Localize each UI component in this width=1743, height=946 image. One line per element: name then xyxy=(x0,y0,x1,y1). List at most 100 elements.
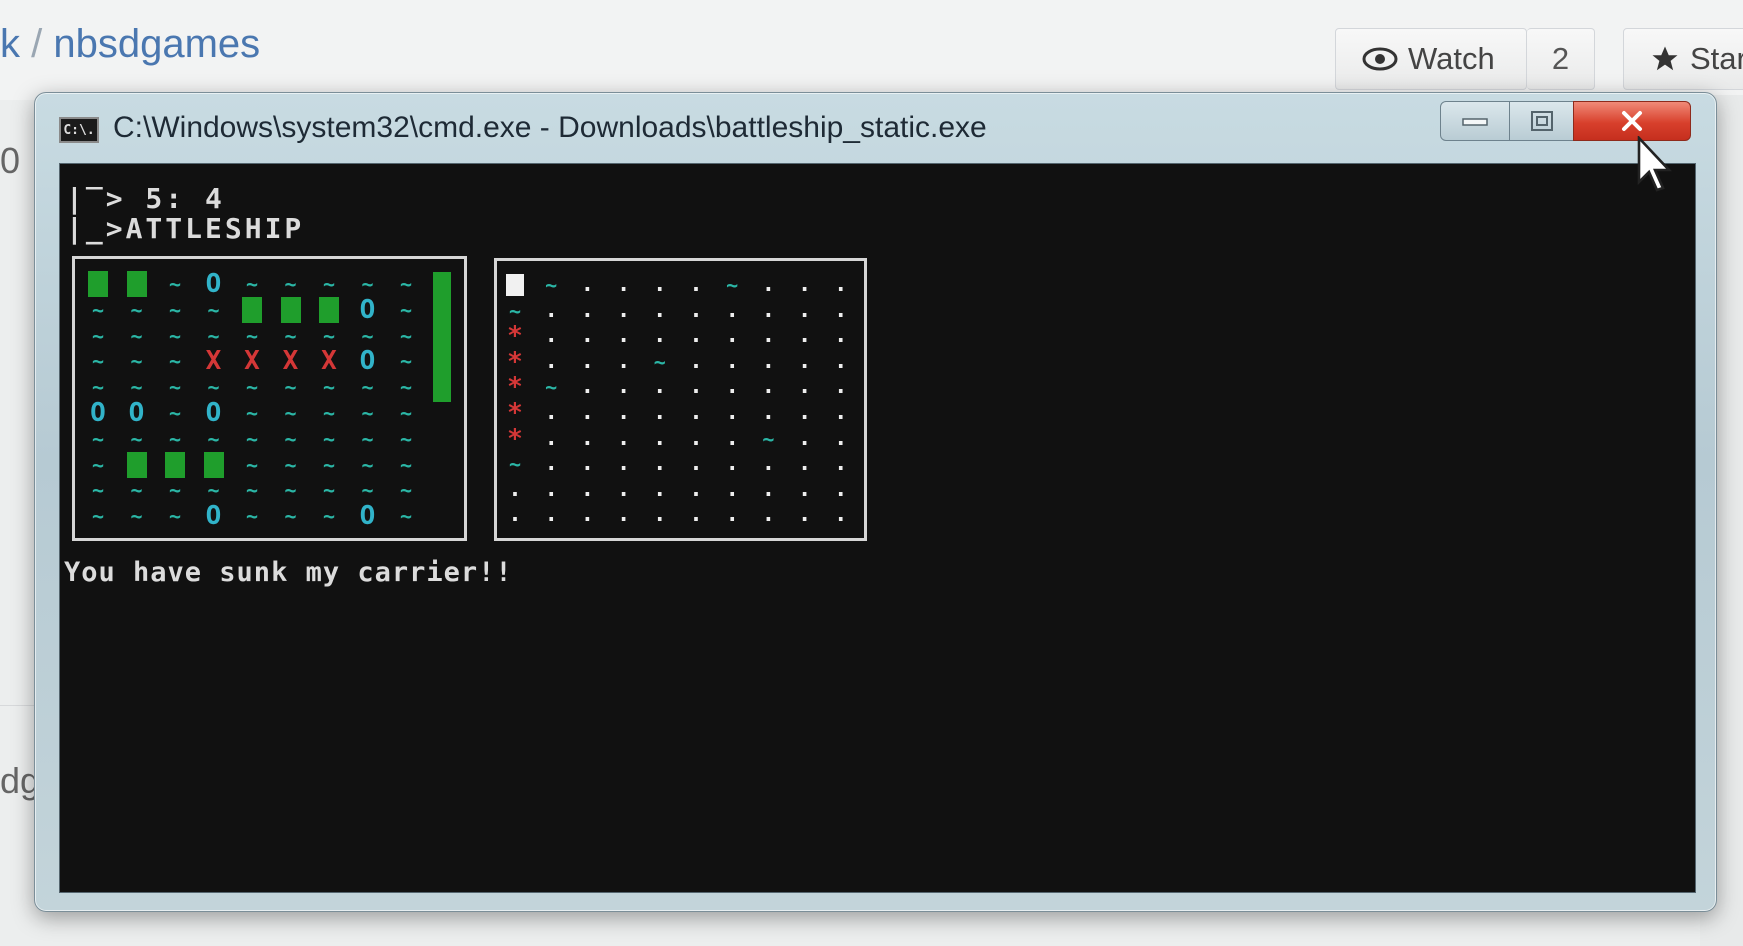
water-cell: ~ xyxy=(168,323,182,348)
water-cell: ~ xyxy=(322,375,336,400)
water-cell: ~ xyxy=(245,375,259,400)
watch-label: Watch xyxy=(1408,41,1495,76)
unknown-cell[interactable]: . xyxy=(820,272,862,298)
water-cell: ~ xyxy=(284,478,297,503)
maximize-icon xyxy=(1530,111,1553,131)
water-cell: ~ xyxy=(284,426,297,451)
watch-count[interactable]: 2 xyxy=(1527,28,1595,90)
water-cell: ~ xyxy=(361,426,374,451)
unknown-cell[interactable]: . xyxy=(820,374,862,400)
cmd-window[interactable]: C:\. C:\Windows\system32\cmd.exe - Downl… xyxy=(34,92,1717,912)
miss-cell: O xyxy=(359,346,376,377)
status-message: You have sunk my carrier!! xyxy=(64,557,513,588)
water-cell: ~ xyxy=(91,349,105,374)
ship-cell xyxy=(154,452,196,478)
water-cell: ~ xyxy=(168,349,182,374)
console-area[interactable]: |‾> 5: 4 |_>ATTLESHIP ~ O ~ ~ ~ ~ ~ ~ ~ ~ ~ O ~ ~ ~ ~ ~ ~… xyxy=(59,163,1696,893)
close-button[interactable] xyxy=(1573,101,1691,141)
unknown-cell[interactable]: . xyxy=(820,400,862,426)
repo-breadcrumb: k / nbsdgames xyxy=(0,22,260,67)
water-cell: ~ xyxy=(322,401,336,425)
water-cell: ~ xyxy=(361,323,374,348)
water-cell: ~ xyxy=(245,452,259,477)
repo-owner-link[interactable]: k xyxy=(0,22,20,66)
watch-button[interactable]: Watch xyxy=(1335,28,1527,90)
game-logo-line2: |_>ATTLESHIP xyxy=(66,212,305,245)
ship-cell xyxy=(193,452,235,478)
water-cell: ~ xyxy=(207,323,220,348)
water-cell: ~ xyxy=(399,297,413,322)
miss-cell: O xyxy=(359,294,376,325)
water-cell: ~ xyxy=(168,401,182,425)
water-cell: ~ xyxy=(91,504,105,529)
miss-cell: O xyxy=(205,269,222,299)
water-cell: ~ xyxy=(245,478,259,503)
maximize-button[interactable] xyxy=(1509,101,1574,141)
unknown-cell[interactable]: . xyxy=(820,426,862,452)
close-icon xyxy=(1622,111,1642,131)
unknown-cell[interactable]: . xyxy=(820,451,862,477)
water-cell: ~ xyxy=(361,452,374,477)
miss-cell: O xyxy=(90,398,106,428)
water-cell: ~ xyxy=(245,401,259,425)
star-button[interactable]: Star xyxy=(1623,28,1743,90)
water-cell: ~ xyxy=(399,323,413,348)
ship-cell xyxy=(308,297,350,323)
water-cell: ~ xyxy=(284,401,297,425)
water-cell: ~ xyxy=(130,504,143,529)
water-cell: ~ xyxy=(284,272,297,296)
water-cell: ~ xyxy=(130,323,143,348)
unknown-cell[interactable]: . xyxy=(820,502,862,528)
repo-name-link[interactable]: nbsdgames xyxy=(53,22,260,66)
enemy-board[interactable]: ~.... ~... ~......... *......... *... ~..... *… xyxy=(494,258,867,541)
water-cell: ~ xyxy=(361,375,374,400)
minimize-button[interactable] xyxy=(1440,101,1510,141)
water-cell: ~ xyxy=(168,478,182,503)
water-cell: ~ xyxy=(168,272,182,296)
breadcrumb-separator: / xyxy=(31,22,43,66)
water-cell: ~ xyxy=(168,297,182,322)
water-cell: ~ xyxy=(207,478,220,503)
water-cell: ~ xyxy=(361,478,374,503)
water-cell: ~ xyxy=(245,272,259,296)
mouse-pointer-icon xyxy=(1637,136,1673,192)
water-cell: ~ xyxy=(91,452,105,477)
cmd-icon: C:\. xyxy=(59,117,99,143)
water-cell: ~ xyxy=(322,452,336,477)
unknown-cell[interactable]: . xyxy=(820,477,862,503)
water-cell: ~ xyxy=(399,504,413,529)
ship-cell xyxy=(116,271,158,297)
water-cell: ~ xyxy=(245,323,259,348)
water-cell: ~ xyxy=(168,426,182,451)
hit-cell: X xyxy=(321,346,337,377)
water-cell: ~ xyxy=(322,323,336,348)
vertical-ship xyxy=(433,272,451,402)
hit-cell: X xyxy=(205,346,222,377)
water-cell: ~ xyxy=(399,478,413,503)
unknown-cell[interactable]: . xyxy=(820,298,862,324)
water-cell: ~ xyxy=(399,349,413,374)
water-cell: ~ xyxy=(91,297,105,322)
ship-cell xyxy=(270,297,312,323)
water-cell: ~ xyxy=(361,401,374,425)
water-cell: ~ xyxy=(322,426,336,451)
water-cell: ~ xyxy=(207,297,220,322)
miss-cell: O xyxy=(128,398,145,428)
water-cell: ~ xyxy=(130,297,143,322)
water-cell: ~ xyxy=(130,349,143,374)
eye-icon xyxy=(1362,47,1398,71)
unknown-cell[interactable]: . xyxy=(820,323,862,349)
water-cell: ~ xyxy=(168,375,182,400)
water-cell: ~ xyxy=(130,426,143,451)
water-cell: ~ xyxy=(322,272,336,296)
star-icon xyxy=(1652,46,1678,71)
water-cell: ~ xyxy=(207,426,220,451)
minimize-icon xyxy=(1462,118,1488,126)
water-cell: ~ xyxy=(361,272,374,296)
miss-cell: O xyxy=(205,501,222,532)
water-cell: ~ xyxy=(399,375,413,400)
star-label: Star xyxy=(1690,41,1743,76)
unknown-cell[interactable]: . xyxy=(820,349,862,375)
game-logo-line1: |‾> 5: 4 xyxy=(66,182,225,215)
miss-cell: O xyxy=(205,398,222,428)
